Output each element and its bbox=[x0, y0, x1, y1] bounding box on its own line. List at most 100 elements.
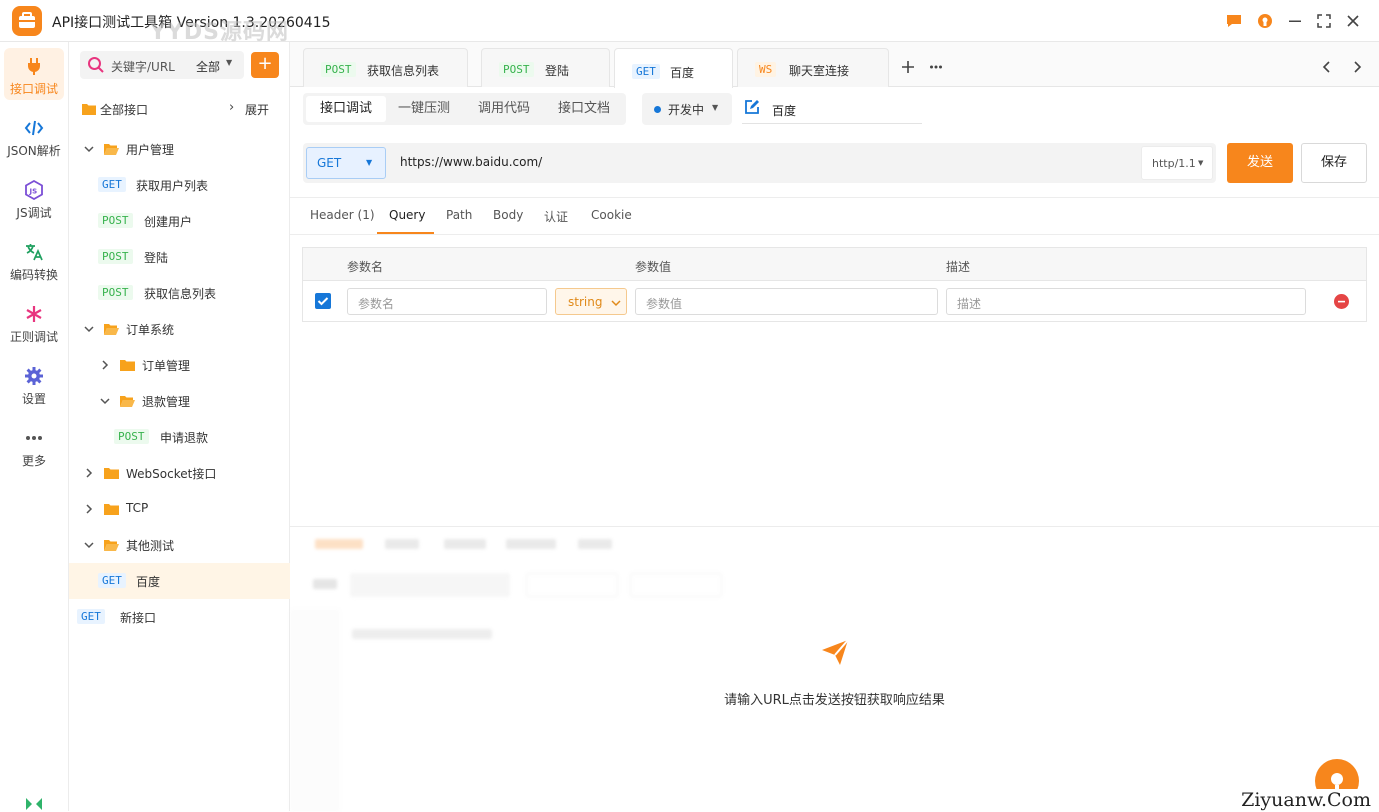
tree-label: 百度 bbox=[136, 573, 160, 590]
tree-api-new[interactable]: GET 新接口 bbox=[69, 599, 290, 635]
url-bar: GET ▼ https://www.baidu.com/ http/1.1 ▼ bbox=[303, 143, 1216, 183]
edit-icon bbox=[744, 99, 760, 115]
send-button[interactable]: 发送 bbox=[1227, 143, 1293, 183]
folder-open-icon bbox=[104, 539, 119, 551]
chevron-right-icon[interactable] bbox=[1350, 60, 1364, 74]
request-tab-active[interactable]: GET 百度 bbox=[614, 48, 733, 88]
feedback-icon[interactable] bbox=[1224, 11, 1244, 31]
all-apis-label: 全部接口 bbox=[100, 101, 148, 118]
rail-item-js[interactable]: JS JS调试 bbox=[4, 172, 64, 224]
placeholder: 参数名 bbox=[358, 295, 394, 312]
rail-item-json[interactable]: JSON解析 bbox=[4, 110, 64, 162]
main-panel: POST 获取信息列表 POST 登陆 GET 百度 WS 聊天室连接 接口调试 bbox=[290, 42, 1379, 811]
param-value-input[interactable]: 参数值 bbox=[635, 288, 938, 315]
rail-item-encode[interactable]: 编码转换 bbox=[4, 234, 64, 286]
tree-api-create-user[interactable]: POST 创建用户 bbox=[69, 203, 290, 239]
tree-folder-order-system[interactable]: 订单系统 bbox=[69, 311, 290, 347]
tree-folder-other-tests[interactable]: 其他测试 bbox=[69, 527, 290, 563]
request-name-field[interactable]: 百度 bbox=[742, 96, 922, 124]
tree-api-get-users[interactable]: GET 获取用户列表 bbox=[69, 167, 290, 203]
http-version: http/1.1 bbox=[1152, 157, 1196, 170]
add-tab-icon[interactable] bbox=[901, 60, 915, 74]
tree-api-refund-apply[interactable]: POST 申请退款 bbox=[69, 419, 290, 455]
save-button[interactable]: 保存 bbox=[1301, 143, 1367, 183]
more-tabs-icon[interactable] bbox=[929, 60, 943, 74]
column-header: 参数值 bbox=[635, 258, 671, 275]
request-tab[interactable]: POST 登陆 bbox=[481, 48, 610, 87]
maximize-icon[interactable] bbox=[1314, 11, 1334, 31]
method-badge: GET bbox=[77, 609, 105, 624]
tab-label: 百度 bbox=[670, 64, 694, 81]
tree-api-baidu[interactable]: GET 百度 bbox=[69, 563, 290, 599]
folder-icon bbox=[104, 467, 119, 479]
method-badge: POST bbox=[98, 249, 133, 264]
rail-item-settings[interactable]: 设置 bbox=[4, 358, 64, 410]
close-icon[interactable] bbox=[1343, 11, 1363, 31]
chevron-down-icon bbox=[83, 143, 95, 155]
tab-auth[interactable]: 认证 bbox=[544, 208, 568, 225]
request-tab[interactable]: WS 聊天室连接 bbox=[737, 48, 889, 87]
chevron-down-icon bbox=[83, 323, 95, 335]
env-status-dot bbox=[654, 106, 661, 113]
tab-query[interactable]: Query bbox=[389, 208, 425, 222]
rail-item-regex[interactable]: 正则调试 bbox=[4, 296, 64, 348]
env-label: 开发中 bbox=[668, 101, 704, 118]
tab-api-docs[interactable]: 接口文档 bbox=[544, 96, 624, 122]
tree-api-login[interactable]: POST 登陆 bbox=[69, 239, 290, 275]
method-badge: POST bbox=[98, 213, 133, 228]
tree-folder-order-mgmt[interactable]: 订单管理 bbox=[69, 347, 290, 383]
chevron-right-icon bbox=[99, 359, 111, 371]
tab-header[interactable]: Header (1) bbox=[310, 208, 375, 222]
tab-body[interactable]: Body bbox=[493, 208, 523, 222]
param-name-input[interactable]: 参数名 bbox=[347, 288, 547, 315]
tree-folder-user-mgmt[interactable]: 用户管理 bbox=[69, 131, 290, 167]
tree-folder-websocket[interactable]: WebSocket接口 bbox=[69, 455, 290, 491]
tree-folder-tcp[interactable]: TCP bbox=[69, 491, 290, 527]
js-icon: JS bbox=[24, 180, 44, 200]
tab-stress-test[interactable]: 一键压测 bbox=[384, 96, 464, 122]
tab-call-code[interactable]: 调用代码 bbox=[464, 96, 544, 122]
method-badge: GET bbox=[98, 177, 126, 192]
folder-icon bbox=[120, 359, 135, 371]
search-input[interactable]: 关键字/URL 全部 ▼ bbox=[80, 51, 244, 79]
column-header: 描述 bbox=[946, 258, 970, 275]
tab-path[interactable]: Path bbox=[446, 208, 472, 222]
column-header: 参数名 bbox=[347, 258, 383, 275]
request-tab[interactable]: POST 获取信息列表 bbox=[303, 48, 468, 87]
more-icon bbox=[24, 428, 44, 448]
folder-icon bbox=[104, 503, 119, 515]
minimize-icon[interactable] bbox=[1285, 11, 1305, 31]
add-api-button[interactable]: + bbox=[251, 52, 279, 78]
placeholder: 参数值 bbox=[646, 295, 682, 312]
tree-label: 登陆 bbox=[144, 249, 168, 266]
http-version-select[interactable]: http/1.1 ▼ bbox=[1141, 146, 1213, 180]
rail-item-api-debug[interactable]: 接口调试 bbox=[4, 48, 64, 100]
param-desc-input[interactable]: 描述 bbox=[946, 288, 1306, 315]
rail-item-more[interactable]: 更多 bbox=[4, 420, 64, 472]
response-panel: 请输入URL点击发送按钮获取响应结果 bbox=[290, 526, 1379, 811]
tree-api-info-list[interactable]: POST 获取信息列表 bbox=[69, 275, 290, 311]
expand-button[interactable]: 展开 bbox=[245, 101, 269, 118]
folder-open-icon bbox=[104, 143, 119, 155]
filter-select[interactable]: 全部 bbox=[196, 58, 220, 75]
api-tree-panel: 关键字/URL 全部 ▼ + 全部接口 › 展开 用户管理 GET 获取用户列表… bbox=[69, 42, 290, 811]
tab-cookie[interactable]: Cookie bbox=[591, 208, 632, 222]
param-enabled-checkbox[interactable] bbox=[315, 293, 331, 309]
delete-row-icon[interactable] bbox=[1334, 294, 1349, 309]
env-select[interactable]: 开发中 ▼ bbox=[642, 93, 732, 125]
tree-label: 新接口 bbox=[120, 609, 156, 626]
tree-folder-refund-mgmt[interactable]: 退款管理 bbox=[69, 383, 290, 419]
chevron-left-icon[interactable] bbox=[1320, 60, 1334, 74]
param-type-select[interactable]: string bbox=[555, 288, 627, 315]
request-tab-bar: POST 获取信息列表 POST 登陆 GET 百度 WS 聊天室连接 bbox=[290, 42, 1379, 87]
all-apis-row[interactable]: 全部接口 › 展开 bbox=[69, 91, 290, 127]
caret-down-icon: ▼ bbox=[226, 58, 232, 67]
support-icon[interactable] bbox=[1255, 11, 1275, 31]
method-select[interactable]: GET ▼ bbox=[306, 147, 386, 179]
title-bar: API接口测试工具箱 Version 1.3.20260415 YYDS源码网 bbox=[0, 0, 1379, 42]
url-input[interactable]: https://www.baidu.com/ bbox=[400, 155, 542, 169]
tab-label: 聊天室连接 bbox=[789, 62, 849, 79]
tab-debug[interactable]: 接口调试 bbox=[306, 96, 386, 122]
method-badge: POST bbox=[499, 62, 534, 77]
tree-label: 订单管理 bbox=[142, 357, 190, 374]
